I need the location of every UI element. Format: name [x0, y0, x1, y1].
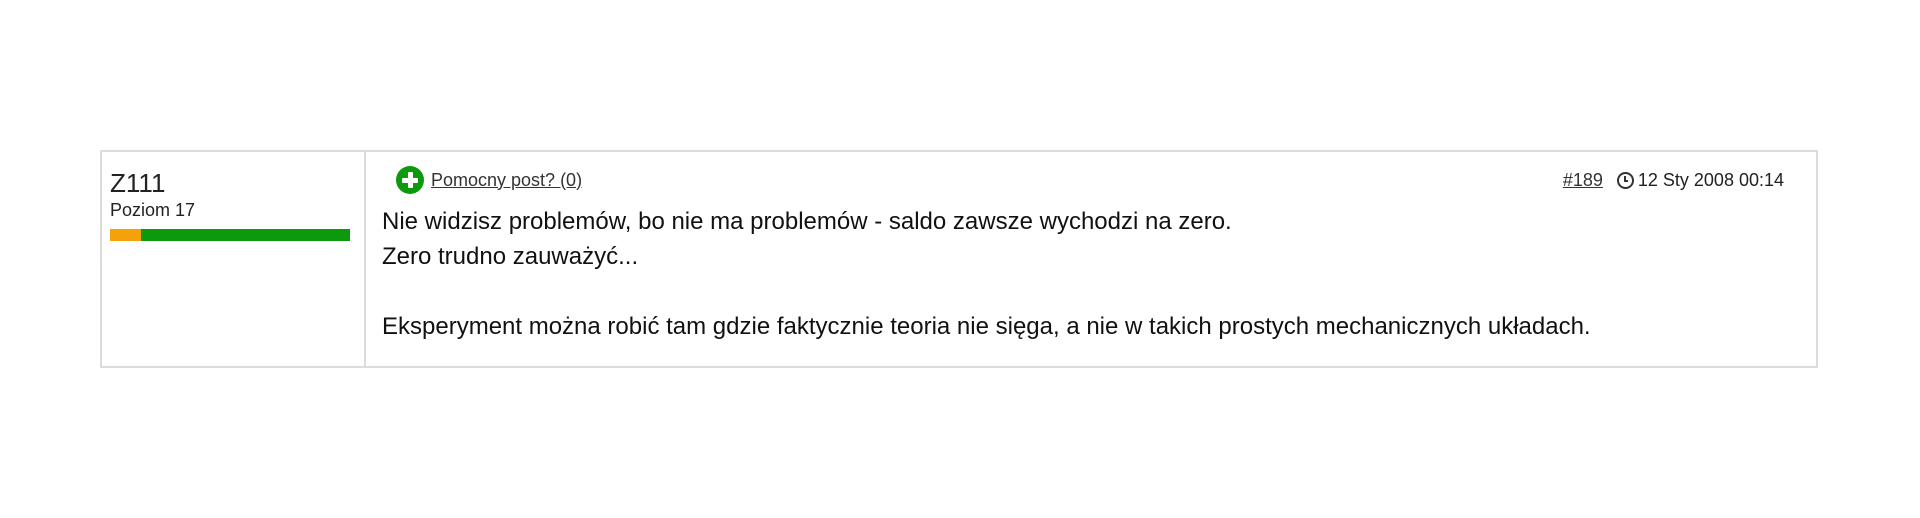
post-date: 12 Sty 2008 00:14: [1637, 170, 1784, 190]
post-meta-right: #189 12 Sty 2008 00:14: [1563, 170, 1784, 191]
post-text-line: Zero trudno zauważyć...: [382, 243, 639, 270]
post-body: Nie widzisz problemów, bo nie ma problem…: [382, 204, 1800, 344]
helpful-post-button[interactable]: Pomocny post? (0): [396, 166, 582, 194]
level-progress-fill: [110, 229, 142, 241]
author-level: Poziom 17: [110, 200, 196, 220]
clock-icon: [1616, 172, 1634, 189]
level-progress-remainder: [141, 229, 350, 241]
helpful-post-label[interactable]: Pomocny post? (0): [431, 170, 582, 191]
post-text-line: Nie widzisz problemów, bo nie ma problem…: [382, 208, 1232, 235]
post-text-line: Eksperyment można robić tam gdzie faktyc…: [382, 313, 1591, 340]
post-content: Pomocny post? (0) #189 12 Sty 2008 00:14…: [366, 152, 1816, 366]
plus-circle-icon[interactable]: [396, 166, 424, 194]
author-name[interactable]: Z111: [110, 168, 356, 198]
level-progress-bar: [110, 229, 350, 241]
forum-post: Z111 Poziom 17 Pomocny post? (0) #189 12…: [100, 150, 1818, 368]
post-meta: Pomocny post? (0) #189 12 Sty 2008 00:14: [382, 152, 1800, 204]
post-number-link[interactable]: #189: [1563, 170, 1603, 191]
author-panel: Z111 Poziom 17: [102, 152, 366, 366]
